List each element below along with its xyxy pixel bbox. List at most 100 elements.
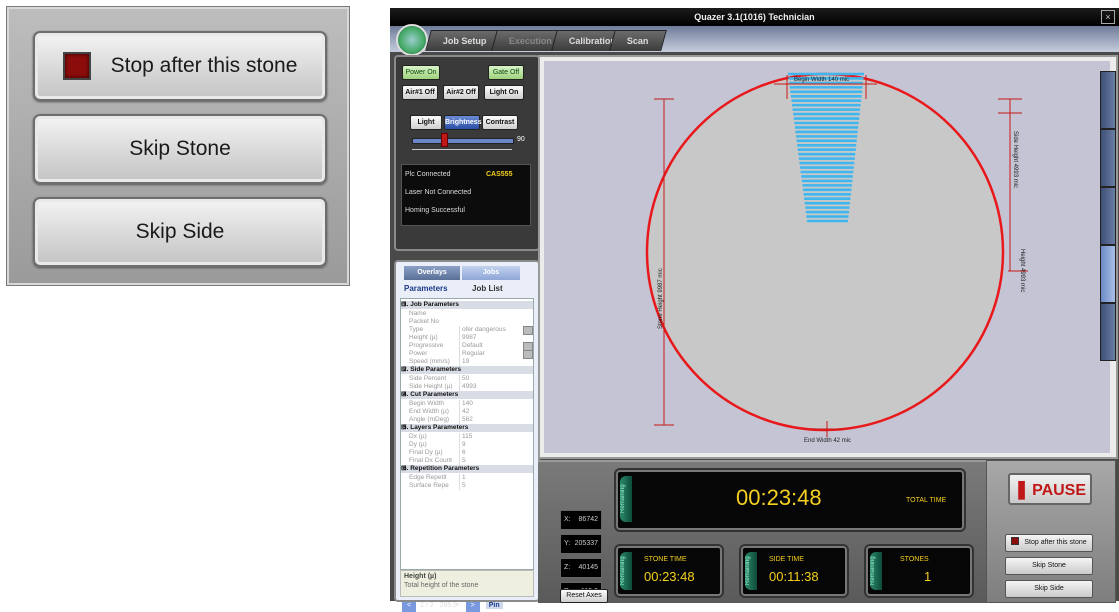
property-value[interactable]: 42 [459, 408, 526, 416]
property-row[interactable]: Progressive Default [401, 342, 533, 351]
property-key: Packet No [409, 318, 439, 325]
help-box: Height (µ) Total height of the stone [400, 570, 534, 597]
remaining-tab[interactable]: Remaining [620, 476, 632, 522]
tab-jobs[interactable]: Jobs [462, 266, 520, 280]
property-value[interactable]: 5 [459, 482, 526, 490]
property-row[interactable]: Type ofer dangerous [401, 326, 533, 335]
property-key: Type [409, 326, 424, 333]
property-row[interactable]: Name [401, 310, 533, 318]
gate-off-button[interactable]: Gate Off [488, 65, 524, 80]
side-tab-bw[interactable] [1100, 71, 1116, 129]
stone-height-label: Stone Height 9987 mic [658, 268, 664, 329]
property-row[interactable]: Side Percent 50 [401, 375, 533, 383]
property-value[interactable]: 5 [459, 457, 526, 465]
subtab-parameters[interactable]: Parameters [404, 282, 448, 296]
stone-view-canvas[interactable]: Begin Width 140 mic End Width 42 mic Sto… [544, 61, 1110, 453]
page-size: 295.9ⁿ [439, 602, 460, 609]
side-tab-laser[interactable] [1100, 129, 1116, 187]
property-grid: ⊟ 1. Job Parameters Name Packet No Type ofer… [400, 298, 534, 570]
property-row[interactable]: Angle (mDeg) 562 [401, 416, 533, 424]
property-row[interactable]: Height (µ) 9987 [401, 334, 533, 342]
property-key: Angle (mDeg) [409, 416, 450, 423]
zoom-skip-side-button[interactable]: Skip Side [33, 197, 327, 267]
remaining-tab-stone[interactable]: Remaining [620, 552, 632, 590]
property-value[interactable]: 6 [459, 449, 526, 457]
property-row[interactable]: Power Regular [401, 350, 533, 359]
property-row[interactable]: Final Dx Count 5 [401, 457, 533, 465]
property-value[interactable]: 19 [459, 358, 526, 366]
remaining-tab-side[interactable]: Remaining [745, 552, 757, 590]
property-group-header[interactable]: ⊟ 5. Layers Parameters [401, 424, 533, 432]
contrast-button[interactable]: Contrast [482, 115, 518, 130]
property-row[interactable]: Dx (µ) 115 [401, 433, 533, 441]
property-key: Progressive [409, 342, 444, 349]
homing-status: Homing Successful [405, 207, 465, 214]
remaining-tab-stones[interactable]: Remaining [870, 552, 882, 590]
property-group-header[interactable]: ⊟ 2. Side Parameters [401, 366, 533, 374]
property-value[interactable]: 9987 [459, 334, 526, 342]
next-page-icon[interactable]: > [465, 602, 480, 612]
pin-button[interactable]: Pin [485, 602, 503, 609]
total-time-value: 00:23:48 [736, 485, 822, 510]
coord-x: X: 86742 [560, 510, 602, 530]
property-value[interactable]: 1 [459, 474, 526, 482]
zoom-skip-side-label: Skip Side [135, 220, 225, 243]
zoom-stop-after-stone-button[interactable]: Stop after this stone [33, 31, 327, 101]
side-tab-navigation[interactable] [1100, 303, 1116, 361]
property-group-header[interactable]: ⊟ 1. Job Parameters [401, 301, 533, 309]
property-value[interactable]: 115 [459, 433, 526, 441]
property-value[interactable]: Regular [459, 350, 526, 358]
stones-value: 1 [924, 569, 932, 584]
prev-page-icon[interactable]: < [402, 602, 416, 612]
coord-y: Y: 205337 [560, 534, 602, 554]
side-tab-cassette[interactable] [1100, 187, 1116, 245]
zoom-skip-stone-button[interactable]: Skip Stone [33, 114, 327, 184]
property-row[interactable]: Surface Repe 5 [401, 482, 533, 490]
property-row[interactable]: End Width (µ) 42 [401, 408, 533, 416]
tab-scan[interactable]: Scan [609, 30, 667, 51]
machine-control-panel: Power On Gate Off Air#1 Off Air#2 Off Li… [394, 55, 540, 251]
group-title: 1. Job Parameters [403, 301, 460, 308]
property-key: Side Percent [409, 375, 447, 382]
property-key: Speed (mm/s) [409, 358, 450, 365]
pause-icon: ❚ [1013, 479, 1030, 499]
property-value[interactable]: 140 [459, 400, 526, 408]
brightness-slider-track[interactable] [412, 138, 514, 144]
property-value[interactable]: Default [459, 342, 526, 350]
property-value[interactable]: 4993 [459, 383, 526, 391]
property-row[interactable]: Dy (µ) 9 [401, 441, 533, 449]
property-row[interactable]: Packet No [401, 318, 533, 326]
side-tab-progress[interactable] [1100, 245, 1116, 303]
light-on-button[interactable]: Light On [484, 85, 524, 100]
power-on-button[interactable]: Power On [402, 65, 440, 80]
property-value[interactable]: 562 [459, 416, 526, 424]
tab-overlays[interactable]: Overlays [404, 266, 460, 280]
height-label: Height 4993 mic [1019, 249, 1025, 292]
pause-button[interactable]: ❚ PAUSE [1008, 473, 1092, 505]
property-value[interactable]: ofer dangerous [459, 326, 526, 334]
property-value[interactable]: 50 [459, 375, 526, 383]
light-button[interactable]: Light [410, 115, 442, 130]
close-icon[interactable]: × [1101, 10, 1115, 24]
skip-stone-button[interactable]: Skip Stone [1005, 557, 1093, 575]
stop-after-stone-button[interactable]: Stop after this stone [1005, 534, 1093, 552]
end-width-label: End Width 42 mic [804, 438, 851, 444]
stone-time-display: Remaining STONE TIME 00:23:48 [616, 546, 722, 596]
property-row[interactable]: Begin Width 140 [401, 400, 533, 408]
property-key: Dx (µ) [409, 433, 427, 440]
air1-off-button[interactable]: Air#1 Off [402, 85, 438, 100]
zoomed-button-inset: Stop after this stone Skip Stone Skip Si… [6, 6, 350, 286]
property-group-header[interactable]: ⊟ 6. Repetition Parameters [401, 465, 533, 473]
air2-off-button[interactable]: Air#2 Off [443, 85, 479, 100]
subtab-job-list[interactable]: Job List [472, 282, 503, 296]
property-row[interactable]: Final Dy (µ) 6 [401, 449, 533, 457]
property-group-header[interactable]: ⊟ 4. Cut Parameters [401, 391, 533, 399]
skip-side-button[interactable]: Skip Side [1005, 580, 1093, 598]
property-row[interactable]: Edge Repetit 1 [401, 474, 533, 482]
property-row[interactable]: Speed (mm/s) 19 [401, 358, 533, 366]
brightness-button[interactable]: Brightness [444, 115, 482, 130]
property-value[interactable]: 9 [459, 441, 526, 449]
page-indicator: 2 / 2 [420, 602, 434, 609]
property-row[interactable]: Side Height (µ) 4993 [401, 383, 533, 391]
title-bar: Quazer 3.1(1016) Technician [390, 8, 1119, 26]
